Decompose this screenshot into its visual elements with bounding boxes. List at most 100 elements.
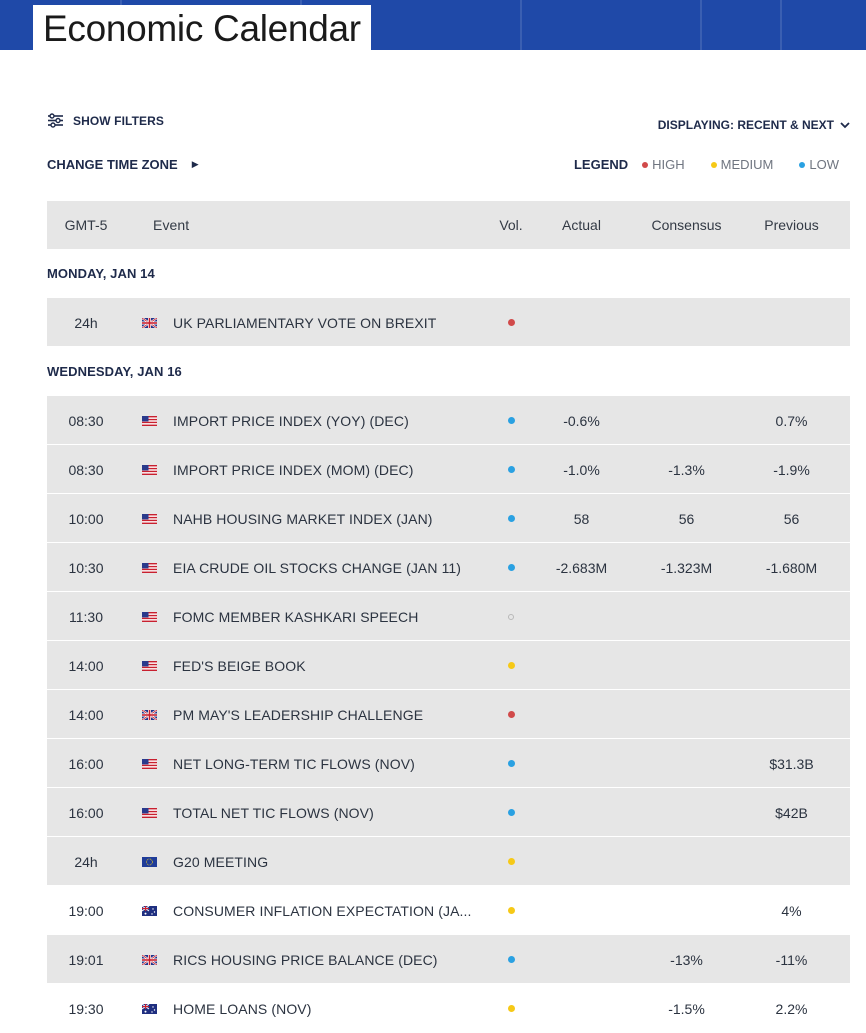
show-filters-button[interactable]: SHOW FILTERS (47, 113, 164, 128)
volatility-low-dot-icon (507, 760, 515, 767)
banner-stripe (700, 0, 702, 50)
event-actual: -2.683M (555, 559, 608, 576)
displaying-dropdown[interactable]: DISPLAYING: RECENT & NEXT (658, 116, 850, 134)
legend-item-low: LOW (799, 157, 839, 172)
event-name[interactable]: HOME LOANS (NOV) (173, 1001, 493, 1017)
table-row[interactable]: 08:30 IMPORT PRICE INDEX (YOY) (DEC) -0.6%… (47, 396, 850, 445)
volatility-high-dot-icon (507, 319, 515, 326)
header-vol: Vol. (499, 217, 523, 233)
us-flag-icon (125, 513, 173, 524)
event-previous: 56 (783, 510, 800, 527)
table-row[interactable]: 19:01 RICS HOUSING PRICE BALANCE (DEC) -13… (47, 935, 850, 984)
volatility-high-dot-icon (507, 711, 515, 718)
uk-flag-icon (125, 709, 173, 720)
volatility-low-dot-icon (507, 417, 515, 424)
event-name[interactable]: TOTAL NET TIC FLOWS (NOV) (173, 805, 493, 821)
us-flag-icon (125, 660, 173, 671)
volatility-medium-dot-icon (507, 662, 515, 669)
table-row[interactable]: 10:00 NAHB HOUSING MARKET INDEX (JAN) 58 56… (47, 494, 850, 543)
table-row[interactable]: 11:30 FOMC MEMBER KASHKARI SPEECH (47, 592, 850, 641)
event-name[interactable]: IMPORT PRICE INDEX (YOY) (DEC) (173, 413, 493, 429)
au-flag-icon (125, 905, 173, 916)
volatility-indicator (493, 564, 529, 571)
volatility-low-dot-icon (507, 564, 515, 571)
event-previous: -1.680M (765, 559, 818, 576)
event-name[interactable]: NET LONG-TERM TIC FLOWS (NOV) (173, 756, 493, 772)
volatility-medium-dot-icon (507, 907, 515, 914)
event-consensus: -1.3% (668, 461, 705, 478)
table-row[interactable]: 16:00 TOTAL NET TIC FLOWS (NOV) $42B (47, 788, 850, 837)
event-name[interactable]: FED'S BEIGE BOOK (173, 658, 493, 674)
page-title-box: Economic Calendar (33, 5, 371, 55)
volatility-indicator (493, 613, 529, 620)
event-time: 08:30 (68, 412, 104, 429)
table-row[interactable]: 19:30 HOME LOANS (NOV) -1.5% 2.2% (47, 984, 850, 1033)
table-row[interactable]: 24h UK PARLIAMENTARY VOTE ON BREXIT (47, 298, 850, 347)
volatility-indicator (493, 1005, 529, 1012)
volatility-indicator (493, 466, 529, 473)
header-consensus: Consensus (651, 217, 722, 233)
event-previous: $31.3B (769, 755, 814, 772)
table-row[interactable]: 24h G20 MEETING (47, 837, 850, 886)
header-event: Event (153, 217, 190, 233)
event-name[interactable]: EIA CRUDE OIL STOCKS CHANGE (JAN 11) (173, 560, 493, 576)
table-row[interactable]: 08:30 IMPORT PRICE INDEX (MOM) (DEC) -1.0%… (47, 445, 850, 494)
us-flag-icon (125, 611, 173, 622)
event-name[interactable]: G20 MEETING (173, 854, 493, 870)
us-flag-icon (125, 562, 173, 573)
event-actual: 58 (573, 510, 590, 527)
calendar-table: GMT-5 Event Vol. Actual Consensus Previo… (47, 201, 850, 1033)
table-body: MONDAY, JAN 14 24h UK PARLIAMENTARY VOTE O… (47, 249, 850, 1033)
event-name[interactable]: IMPORT PRICE INDEX (MOM) (DEC) (173, 462, 493, 478)
legend-title: LEGEND (573, 157, 629, 172)
change-time-zone-button[interactable]: CHANGE TIME ZONE ▶ (47, 157, 199, 172)
eu-flag-icon (125, 856, 173, 867)
event-previous: 0.7% (775, 412, 808, 429)
table-row[interactable]: 19:00 CONSUMER INFLATION EXPECTATION (JA.… (47, 886, 850, 935)
volatility-indicator (493, 809, 529, 816)
event-consensus: -1.5% (668, 1000, 705, 1017)
volatility-low-dot-icon (507, 956, 515, 963)
table-row[interactable]: 14:00 PM MAY'S LEADERSHIP CHALLENGE (47, 690, 850, 739)
table-row[interactable]: 10:30 EIA CRUDE OIL STOCKS CHANGE (JAN 11… (47, 543, 850, 592)
legend-low-label: LOW (809, 157, 839, 172)
event-name[interactable]: RICS HOUSING PRICE BALANCE (DEC) (173, 952, 493, 968)
header-time[interactable]: GMT-5 (47, 217, 125, 233)
volatility-indicator (493, 760, 529, 767)
change-time-zone-label: CHANGE TIME ZONE (47, 157, 178, 172)
low-dot-icon (799, 161, 806, 168)
us-flag-icon (125, 758, 173, 769)
event-name[interactable]: FOMC MEMBER KASHKARI SPEECH (173, 609, 493, 625)
event-time: 10:00 (68, 510, 104, 527)
banner-stripe (780, 0, 782, 50)
event-time: 10:30 (68, 559, 104, 576)
volatility-medium-dot-icon (507, 1005, 515, 1012)
event-name[interactable]: CONSUMER INFLATION EXPECTATION (JA... (173, 903, 493, 919)
event-time: 16:00 (68, 804, 104, 821)
volatility-indicator (493, 662, 529, 669)
chevron-down-icon (840, 116, 850, 134)
volatility-indicator (493, 417, 529, 424)
event-previous: -1.9% (773, 461, 810, 478)
volatility-low-dot-icon (507, 515, 515, 522)
volatility-indicator (493, 515, 529, 522)
event-time: 16:00 (68, 755, 104, 772)
high-dot-icon (642, 161, 649, 168)
event-time: 19:00 (68, 902, 104, 919)
event-name[interactable]: PM MAY'S LEADERSHIP CHALLENGE (173, 707, 493, 723)
table-row[interactable]: 14:00 FED'S BEIGE BOOK (47, 641, 850, 690)
volatility-medium-dot-icon (507, 858, 515, 865)
event-name[interactable]: UK PARLIAMENTARY VOTE ON BREXIT (173, 315, 493, 331)
event-name[interactable]: NAHB HOUSING MARKET INDEX (JAN) (173, 511, 493, 527)
event-time: 24h (74, 853, 98, 870)
legend-item-high: HIGH (642, 157, 685, 172)
volatility-low-dot-icon (507, 466, 515, 473)
volatility-indicator (493, 711, 529, 718)
volatility-indicator (493, 956, 529, 963)
legend-item-medium: MEDIUM (710, 157, 773, 172)
event-time: 14:00 (68, 657, 104, 674)
table-row[interactable]: 16:00 NET LONG-TERM TIC FLOWS (NOV) $31.3B (47, 739, 850, 788)
day-heading: MONDAY, JAN 14 (47, 266, 155, 281)
table-header: GMT-5 Event Vol. Actual Consensus Previo… (47, 201, 850, 249)
event-actual: -1.0% (563, 461, 600, 478)
